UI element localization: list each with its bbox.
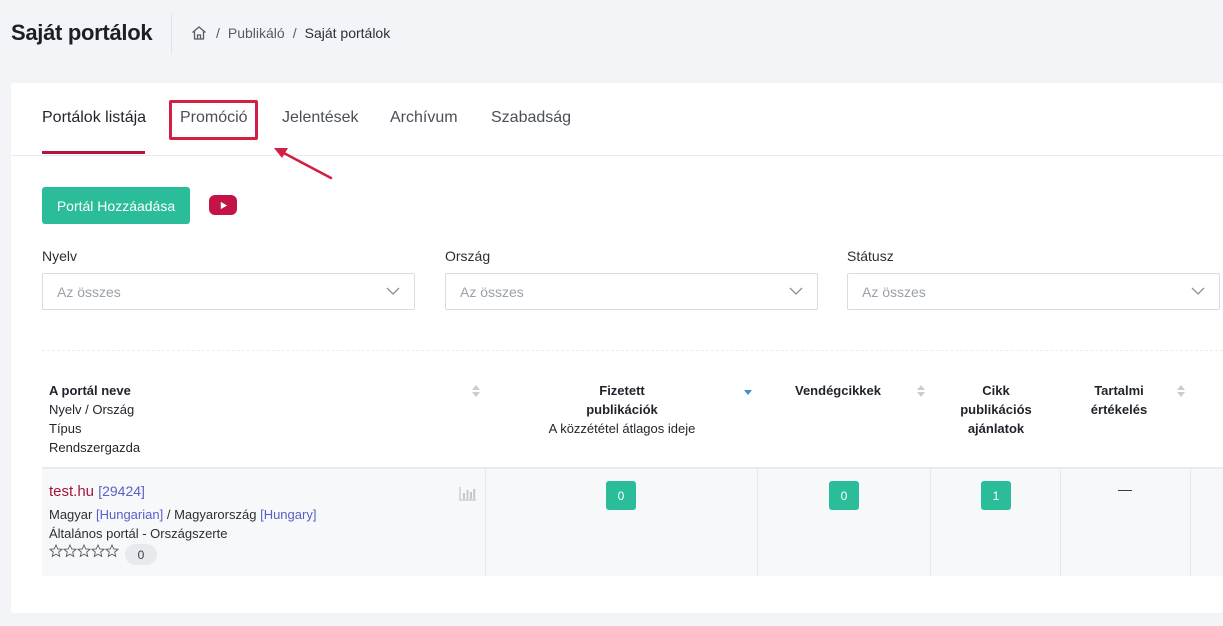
column-header-paid[interactable]: Fizetett publikációk A közzététel átlago…	[511, 381, 733, 438]
filter-status-label: Státusz	[847, 248, 894, 264]
column-header-portal[interactable]: A portál neve Nyelv / Ország Típus Rends…	[49, 381, 140, 457]
top-bar: Saját portálok / Publikáló / Saját portá…	[0, 0, 1223, 70]
column-header-portal-name: A portál neve	[49, 383, 131, 398]
filter-language-label: Nyelv	[42, 248, 78, 264]
tab-vacation[interactable]: Szabadság	[491, 109, 571, 127]
filter-country-select[interactable]: Az összes	[445, 273, 818, 310]
star-icon	[49, 544, 63, 558]
portal-country-en: [Hungary]	[260, 507, 317, 522]
column-header-guest[interactable]: Vendégcikkek	[771, 381, 905, 400]
star-icon	[77, 544, 91, 558]
chevron-down-icon	[386, 287, 400, 295]
portal-type: Általános portál - Országszerte	[49, 526, 228, 541]
column-header-paid-avg-time: A közzététel átlagos ideje	[548, 421, 696, 436]
breadcrumb-separator: /	[216, 25, 220, 41]
column-header-type: Típus	[49, 421, 82, 436]
rating-stars	[49, 544, 119, 558]
column-divider	[930, 469, 931, 576]
column-divider	[485, 469, 486, 576]
column-header-paid-line2: publikációk	[586, 402, 658, 417]
filter-language-select[interactable]: Az összes	[42, 273, 415, 310]
portal-separator: /	[166, 507, 171, 522]
star-icon	[105, 544, 119, 558]
portal-country: Magyarország	[174, 507, 257, 522]
column-header-offers-line3: ajánlatok	[967, 421, 1025, 436]
column-header-offers-line1: Cikk	[982, 383, 1010, 398]
sort-icon[interactable]	[1177, 385, 1185, 397]
column-header-rating[interactable]: Tartalmi értékelés	[1074, 381, 1164, 419]
main-card: Portálok listája Promóció Jelentések Arc…	[11, 83, 1223, 613]
sort-icon[interactable]	[472, 385, 480, 397]
column-header-offers-line2: publikációs	[960, 402, 1032, 417]
active-tab-indicator	[42, 151, 145, 154]
column-header-language-country: Nyelv / Ország	[49, 402, 135, 417]
column-header-guest-label: Vendégcikkek	[795, 383, 881, 398]
chevron-down-icon	[1191, 287, 1205, 295]
breadcrumb-current: Saját portálok	[304, 25, 391, 41]
column-header-offers[interactable]: Cikk publikációs ajánlatok	[941, 381, 1051, 438]
guest-articles-count[interactable]: 0	[829, 481, 859, 510]
filter-country-placeholder: Az összes	[460, 284, 524, 300]
tab-bar: Portálok listája Promóció Jelentések Arc…	[11, 83, 1223, 156]
column-divider	[757, 469, 758, 576]
portal-language-en: [Hungarian]	[95, 507, 164, 522]
filter-country-label: Ország	[445, 248, 491, 264]
rating-count-badge: 0	[125, 544, 157, 565]
breadcrumb-separator: /	[292, 25, 297, 41]
content-rating-value: —	[1118, 481, 1132, 497]
filter-language-placeholder: Az összes	[57, 284, 121, 300]
column-header-paid-line1: Fizetett	[599, 383, 645, 398]
portal-language: Magyar	[49, 507, 93, 522]
title-divider	[171, 14, 172, 54]
arrow-annotation-icon	[274, 148, 333, 180]
home-icon[interactable]	[190, 24, 208, 42]
portal-language-country: Magyar [Hungarian] / Magyarország [Hunga…	[49, 507, 316, 522]
star-icon	[91, 544, 105, 558]
filter-status-select[interactable]: Az összes	[847, 273, 1220, 310]
bar-chart-icon[interactable]	[459, 487, 476, 501]
breadcrumb: / Publikáló / Saját portálok	[190, 24, 390, 42]
paid-publications-count[interactable]: 0	[606, 481, 636, 510]
tab-archive[interactable]: Archívum	[390, 109, 458, 127]
page-title: Saját portálok	[11, 20, 153, 45]
breadcrumb-publisher[interactable]: Publikáló	[228, 25, 285, 41]
youtube-icon[interactable]	[209, 195, 237, 215]
sort-desc-icon[interactable]	[744, 385, 752, 397]
article-offers-count[interactable]: 1	[981, 481, 1011, 510]
portal-name[interactable]: test.hu	[49, 483, 94, 500]
column-divider	[1190, 469, 1191, 576]
column-header-admin: Rendszergazda	[49, 440, 141, 455]
add-portal-button[interactable]: Portál Hozzáadása	[42, 187, 190, 224]
column-divider	[1060, 469, 1061, 576]
column-header-rating-line1: Tartalmi	[1094, 383, 1144, 398]
promotion-highlight-box	[169, 100, 258, 140]
column-header-rating-line2: értékelés	[1090, 402, 1148, 417]
section-divider	[42, 350, 1223, 351]
portal-name-link[interactable]: test.hu [29424]	[49, 483, 145, 500]
filter-status-placeholder: Az összes	[862, 284, 926, 300]
sort-icon[interactable]	[917, 385, 925, 397]
chevron-down-icon	[789, 287, 803, 295]
star-icon	[63, 544, 77, 558]
tab-reports[interactable]: Jelentések	[282, 109, 359, 127]
tab-portal-list[interactable]: Portálok listája	[42, 109, 146, 127]
portal-id: [29424]	[98, 483, 145, 499]
